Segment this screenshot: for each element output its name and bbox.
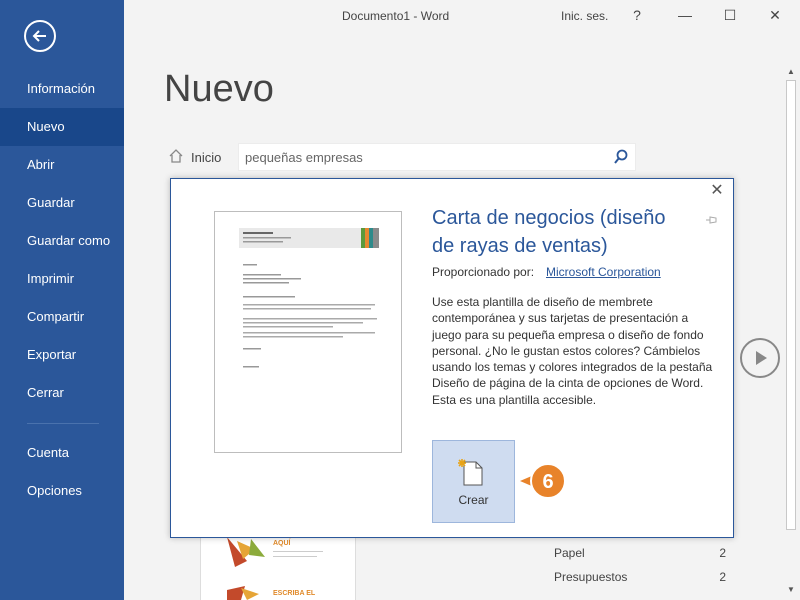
sidebar-item-exportar[interactable]: Exportar: [0, 336, 124, 374]
minimize-button[interactable]: —: [675, 5, 695, 25]
provider-link[interactable]: Microsoft Corporation: [546, 265, 661, 279]
home-link[interactable]: Inicio: [191, 150, 221, 165]
window-title: Documento1 - Word: [342, 9, 450, 23]
signin-link[interactable]: Inic. ses.: [561, 9, 608, 23]
sidebar-item-informacion[interactable]: Información: [0, 70, 124, 108]
create-button-label: Crear: [458, 493, 489, 507]
template-description: Use esta plantilla de diseño de membrete…: [432, 295, 713, 407]
category-item[interactable]: Papel 2: [554, 546, 726, 562]
sidebar-item-imprimir[interactable]: Imprimir: [0, 260, 124, 298]
sidebar-item-nuevo[interactable]: Nuevo: [0, 108, 124, 146]
category-name: Papel: [554, 546, 585, 560]
close-icon[interactable]: ✕: [709, 183, 725, 199]
close-window-button[interactable]: ✕: [765, 5, 785, 25]
scroll-thumb[interactable]: [786, 80, 796, 530]
scroll-up-icon[interactable]: ▲: [786, 66, 796, 78]
sidebar-item-opciones[interactable]: Opciones: [0, 472, 124, 510]
category-count: 2: [719, 570, 726, 584]
thumbnail-text: AQUÍ: [273, 540, 291, 547]
backstage-sidebar: Información Nuevo Abrir Guardar Guardar …: [0, 0, 124, 600]
template-thumbnail[interactable]: AQUÍ ESCRIBA EL: [200, 537, 356, 600]
new-document-icon: [458, 459, 483, 486]
search-input[interactable]: pequeñas empresas: [238, 143, 636, 171]
category-count: 2: [719, 546, 726, 560]
sidebar-item-cuenta[interactable]: Cuenta: [0, 434, 124, 472]
thumbnail-text: ESCRIBA EL: [273, 590, 316, 597]
home-icon[interactable]: [168, 148, 184, 164]
search-icon[interactable]: [613, 149, 629, 165]
next-arrow-button[interactable]: [740, 338, 780, 378]
search-value: pequeñas empresas: [245, 150, 363, 165]
provider-label: Proporcionado por:: [432, 265, 535, 279]
pin-icon[interactable]: [705, 215, 717, 228]
scroll-down-icon[interactable]: ▼: [786, 584, 796, 596]
page-title: Nuevo: [164, 68, 274, 110]
help-button[interactable]: ?: [627, 5, 647, 25]
sidebar-item-abrir[interactable]: Abrir: [0, 146, 124, 184]
sidebar-item-compartir[interactable]: Compartir: [0, 298, 124, 336]
category-name: Presupuestos: [554, 570, 628, 584]
sidebar-divider: [27, 423, 99, 424]
maximize-button[interactable]: ☐: [720, 5, 740, 25]
thumbnail-line: [273, 551, 323, 552]
template-preview-image: [214, 211, 402, 453]
category-item[interactable]: Presupuestos 2: [554, 570, 726, 586]
sidebar-item-guardar-como[interactable]: Guardar como: [0, 222, 124, 260]
back-arrow-icon[interactable]: [24, 20, 56, 52]
sidebar-item-guardar[interactable]: Guardar: [0, 184, 124, 222]
create-button[interactable]: Crear: [432, 440, 515, 523]
template-preview-dialog: ✕ Carta de negocios (diseño de rayas de …: [170, 178, 734, 538]
sidebar-item-cerrar[interactable]: Cerrar: [0, 374, 124, 412]
thumbnail-line: [273, 556, 317, 557]
thumbnail-art: [227, 537, 265, 567]
letterhead-preview: [239, 228, 379, 368]
step-number: 6: [542, 471, 554, 493]
template-title: Carta de negocios (diseño de rayas de ve…: [432, 207, 666, 257]
thumbnail-art: [227, 586, 259, 600]
